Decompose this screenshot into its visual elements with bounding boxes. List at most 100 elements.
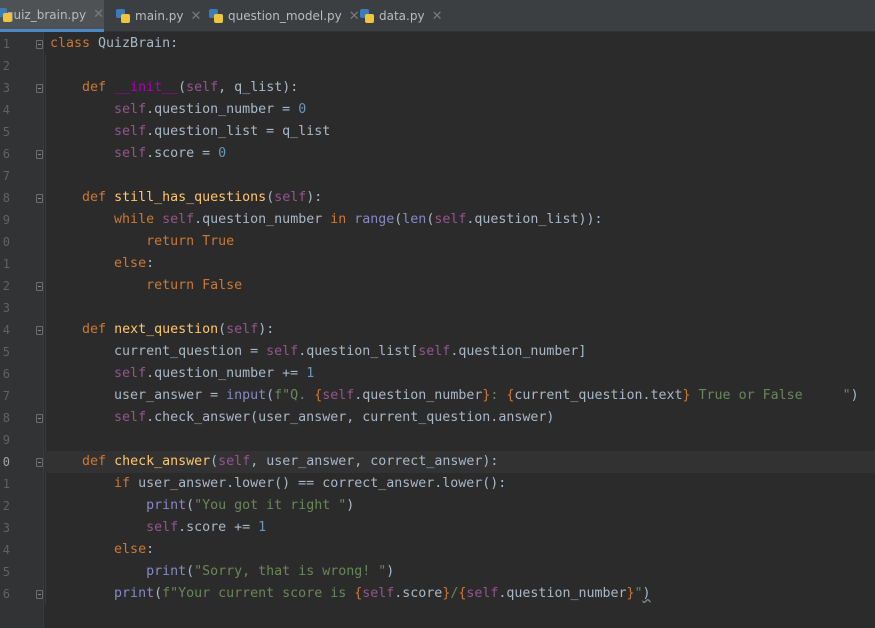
tab-data[interactable]: data.py ✕ xyxy=(360,0,442,32)
line-number: 8 xyxy=(2,411,10,425)
python-file-icon xyxy=(116,9,130,23)
line-number: 1 xyxy=(2,257,10,271)
line-number: 1 xyxy=(2,477,10,491)
code-line[interactable]: if user_answer.lower() == correct_answer… xyxy=(44,473,875,495)
code-token: self xyxy=(266,344,299,359)
code-token: class xyxy=(50,36,91,51)
code-token: return xyxy=(146,278,195,293)
code-line[interactable]: print("You got it right ") xyxy=(44,495,875,517)
code-line[interactable]: self.check_answer(user_answer, current_q… xyxy=(44,407,875,429)
fold-marker-icon[interactable] xyxy=(36,84,43,93)
code-line[interactable] xyxy=(44,429,875,451)
code-line[interactable]: while self.question_number in range(len(… xyxy=(44,209,875,231)
code-token: f"Your current score is xyxy=(162,586,355,601)
code-line[interactable]: return True xyxy=(44,231,875,253)
line-number: 5 xyxy=(2,565,10,579)
fold-marker-icon[interactable] xyxy=(36,194,43,203)
line-number: 4 xyxy=(2,323,10,337)
line-number-gutter[interactable]: 1 2 3 4 5 6 7 8 9 0 1 2 3 4 5 6 7 8 9 0 1 2 3 4 5 6 xyxy=(0,32,44,628)
code-token: def xyxy=(82,454,107,469)
code-line[interactable]: self.score = 0 xyxy=(44,143,875,165)
code-line[interactable]: def still_has_questions(self): xyxy=(44,187,875,209)
code-line[interactable] xyxy=(44,165,875,187)
python-file-icon xyxy=(360,9,374,23)
code-line[interactable]: self.question_number = 0 xyxy=(44,99,875,121)
line-number: 4 xyxy=(2,543,10,557)
fold-marker-icon[interactable] xyxy=(36,458,43,467)
close-icon[interactable]: ✕ xyxy=(93,7,104,22)
code-line[interactable]: class QuizBrain: xyxy=(44,33,875,55)
code-editor[interactable]: class QuizBrain: def __init__(self, q_li… xyxy=(44,32,875,628)
code-line[interactable]: else: xyxy=(44,253,875,275)
code-token: self xyxy=(362,586,395,601)
code-line[interactable]: else: xyxy=(44,539,875,561)
fold-marker-icon[interactable] xyxy=(36,590,43,599)
code-line[interactable] xyxy=(44,55,875,77)
code-line[interactable]: self.score += 1 xyxy=(44,517,875,539)
code-token: user_answer.lower() == correct_answer.lo… xyxy=(130,476,507,491)
code-line[interactable] xyxy=(44,297,875,319)
code-token: else xyxy=(114,256,147,271)
code-token: self xyxy=(114,124,147,139)
code-line[interactable]: return False xyxy=(44,275,875,297)
code-token: still_has_questions xyxy=(114,190,267,205)
fold-marker-icon[interactable] xyxy=(36,282,43,291)
tab-question-model[interactable]: question_model.py ✕ xyxy=(209,0,360,32)
code-line[interactable]: print("Sorry, that is wrong! ") xyxy=(44,561,875,583)
code-token: self xyxy=(418,344,451,359)
fold-marker-icon[interactable] xyxy=(36,326,43,335)
tab-main[interactable]: main.py ✕ xyxy=(116,0,201,32)
code-token: True xyxy=(202,234,235,249)
line-number: 2 xyxy=(2,279,10,293)
code-line[interactable]: def __init__(self, q_list): xyxy=(44,77,875,99)
code-token: if xyxy=(114,476,131,491)
code-line[interactable]: def check_answer(self, user_answer, corr… xyxy=(44,451,875,473)
fold-marker-icon[interactable] xyxy=(36,150,43,159)
line-number: 2 xyxy=(2,499,10,513)
code-token: .question_number xyxy=(194,212,331,227)
line-number: 5 xyxy=(2,345,10,359)
code-line[interactable]: self.question_list = q_list xyxy=(44,121,875,143)
close-icon[interactable]: ✕ xyxy=(191,9,202,24)
code-token: .question_number xyxy=(498,586,627,601)
line-number: 8 xyxy=(2,191,10,205)
code-line[interactable]: print(f"Your current score is {self.scor… xyxy=(44,583,875,605)
code-token: "Sorry, that is wrong! " xyxy=(194,564,387,579)
code-token: .question_number xyxy=(354,388,483,403)
code-token: return xyxy=(146,234,195,249)
code-token: self xyxy=(218,454,251,469)
tab-quiz-brain[interactable]: quiz_brain.py ✕ xyxy=(0,0,104,32)
code-line[interactable]: def next_question(self): xyxy=(44,319,875,341)
close-icon[interactable]: ✕ xyxy=(349,9,360,24)
code-token: self xyxy=(114,366,147,381)
code-token: ( xyxy=(186,498,195,513)
code-token: .question_list)): xyxy=(466,212,603,227)
fold-marker-icon[interactable] xyxy=(36,40,43,49)
code-token: .question_list[ xyxy=(298,344,419,359)
code-token: .score xyxy=(394,586,443,601)
code-token: while xyxy=(114,212,155,227)
line-number: 3 xyxy=(2,521,10,535)
line-number: 9 xyxy=(2,213,10,227)
code-line[interactable]: user_answer = input(f"Q. {self.question_… xyxy=(44,385,875,407)
code-token: self xyxy=(434,212,467,227)
code-line[interactable]: self.question_number += 1 xyxy=(44,363,875,385)
line-number: 1 xyxy=(2,37,10,51)
code-token: ( xyxy=(266,190,275,205)
code-line[interactable]: current_question = self.question_list[se… xyxy=(44,341,875,363)
fold-marker-icon[interactable] xyxy=(36,414,43,423)
close-icon[interactable]: ✕ xyxy=(432,9,443,24)
